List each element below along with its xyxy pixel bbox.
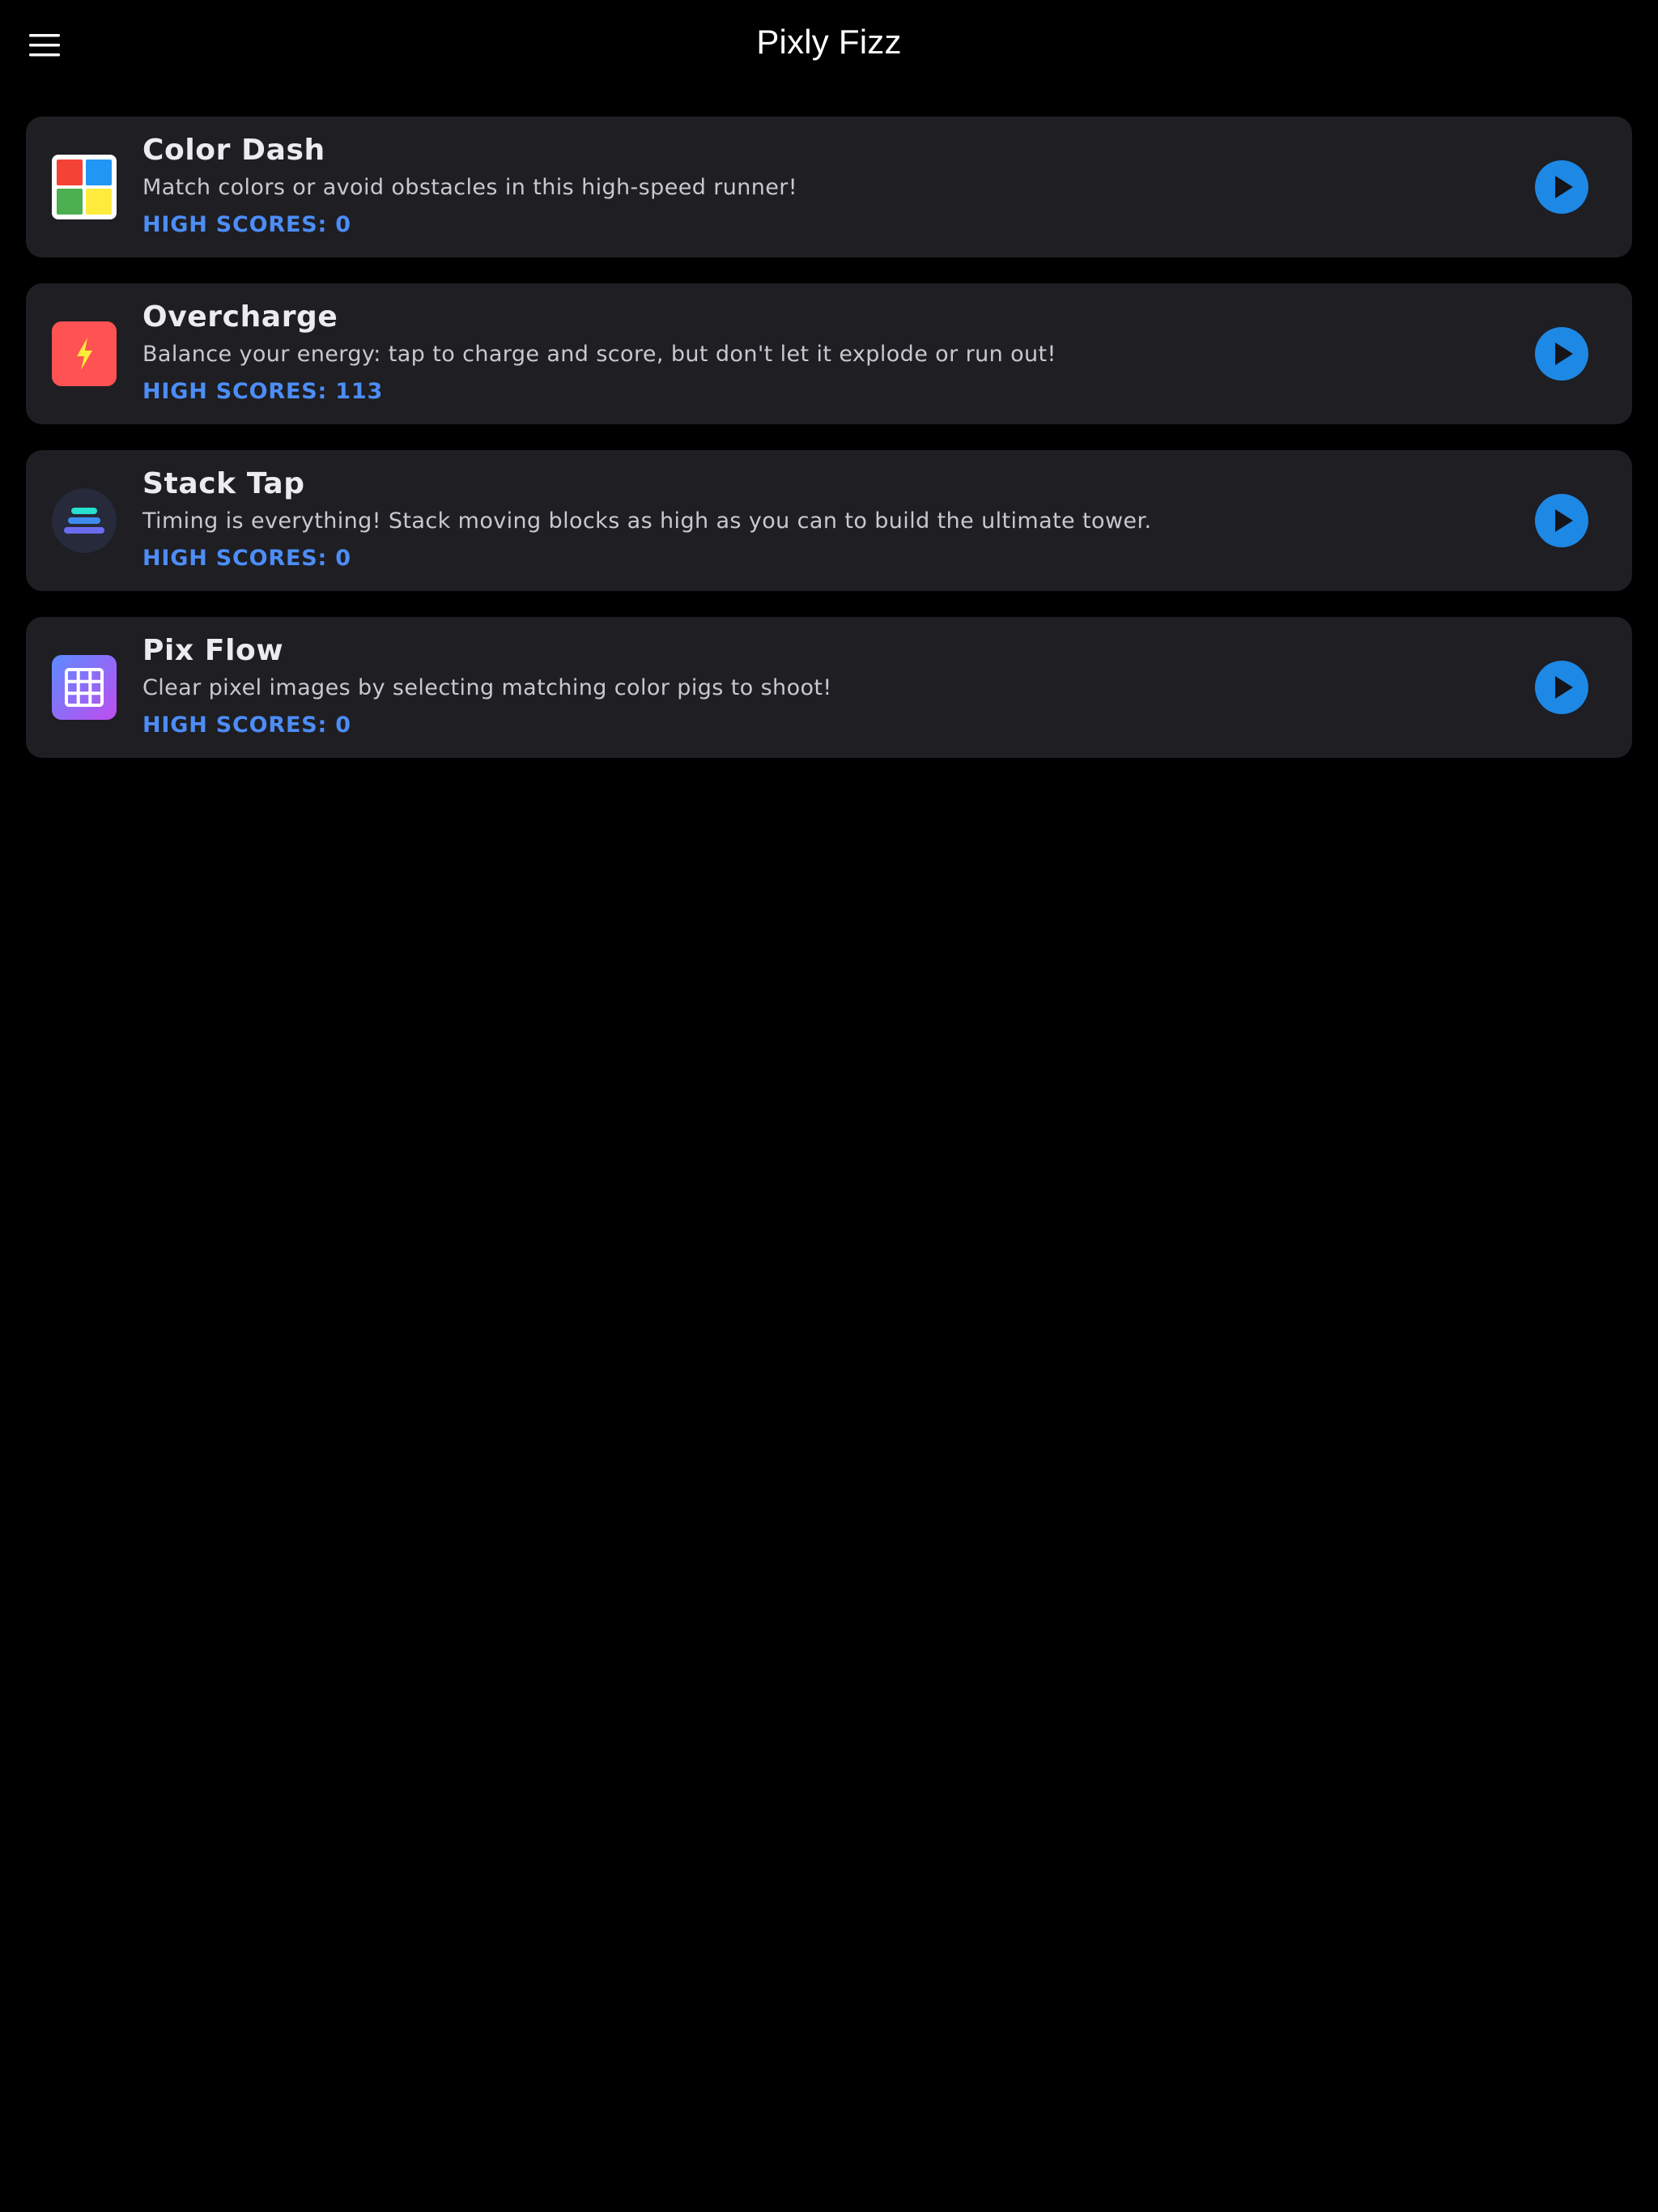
game-description: Balance your energy: tap to charge and s…	[142, 342, 1056, 367]
stacked-blocks-icon	[52, 488, 117, 553]
high-score-value: 113	[335, 379, 384, 404]
game-card-pix-flow[interactable]: Pix Flow Clear pixel images by selecting…	[26, 617, 1632, 758]
game-description: Match colors or avoid obstacles in this …	[142, 175, 798, 200]
high-score: HIGH SCORES: 113	[142, 376, 1438, 408]
high-score-label: HIGH SCORES:	[142, 379, 328, 404]
game-card-color-dash[interactable]: Color Dash Match colors or avoid obstacl…	[26, 117, 1632, 257]
high-score-value: 0	[335, 713, 351, 738]
high-score: HIGH SCORES: 0	[142, 709, 1438, 742]
app-title: Pixly Fizz	[756, 23, 902, 61]
high-score-value: 0	[335, 212, 351, 237]
game-title: Stack Tap	[142, 467, 305, 500]
game-description: Timing is everything! Stack moving block…	[142, 508, 1152, 534]
play-icon	[1555, 509, 1573, 532]
color-grid-icon	[52, 155, 117, 219]
lightning-bolt-icon	[52, 321, 117, 386]
high-score-label: HIGH SCORES:	[142, 546, 328, 571]
app-header: Pixly Fizz	[0, 0, 1658, 91]
game-title: Overcharge	[142, 300, 338, 334]
game-card-stack-tap[interactable]: Stack Tap Timing is everything! Stack mo…	[26, 450, 1632, 591]
play-button-stack-tap[interactable]	[1535, 494, 1588, 547]
play-icon	[1555, 676, 1573, 699]
play-button-color-dash[interactable]	[1535, 160, 1588, 214]
high-score: HIGH SCORES: 0	[142, 209, 1438, 241]
play-icon	[1555, 176, 1573, 198]
high-score-value: 0	[335, 546, 351, 571]
game-title: Pix Flow	[142, 634, 284, 667]
high-score: HIGH SCORES: 0	[142, 542, 1438, 575]
game-title: Color Dash	[142, 134, 325, 167]
pixel-grid-icon	[52, 655, 117, 720]
play-icon	[1555, 342, 1573, 365]
play-button-overcharge[interactable]	[1535, 327, 1588, 381]
high-score-label: HIGH SCORES:	[142, 212, 328, 237]
play-button-pix-flow[interactable]	[1535, 661, 1588, 714]
game-list: Color Dash Match colors or avoid obstacl…	[26, 117, 1632, 784]
high-score-label: HIGH SCORES:	[142, 713, 328, 738]
game-card-overcharge[interactable]: Overcharge Balance your energy: tap to c…	[26, 283, 1632, 424]
game-description: Clear pixel images by selecting matching…	[142, 675, 832, 700]
